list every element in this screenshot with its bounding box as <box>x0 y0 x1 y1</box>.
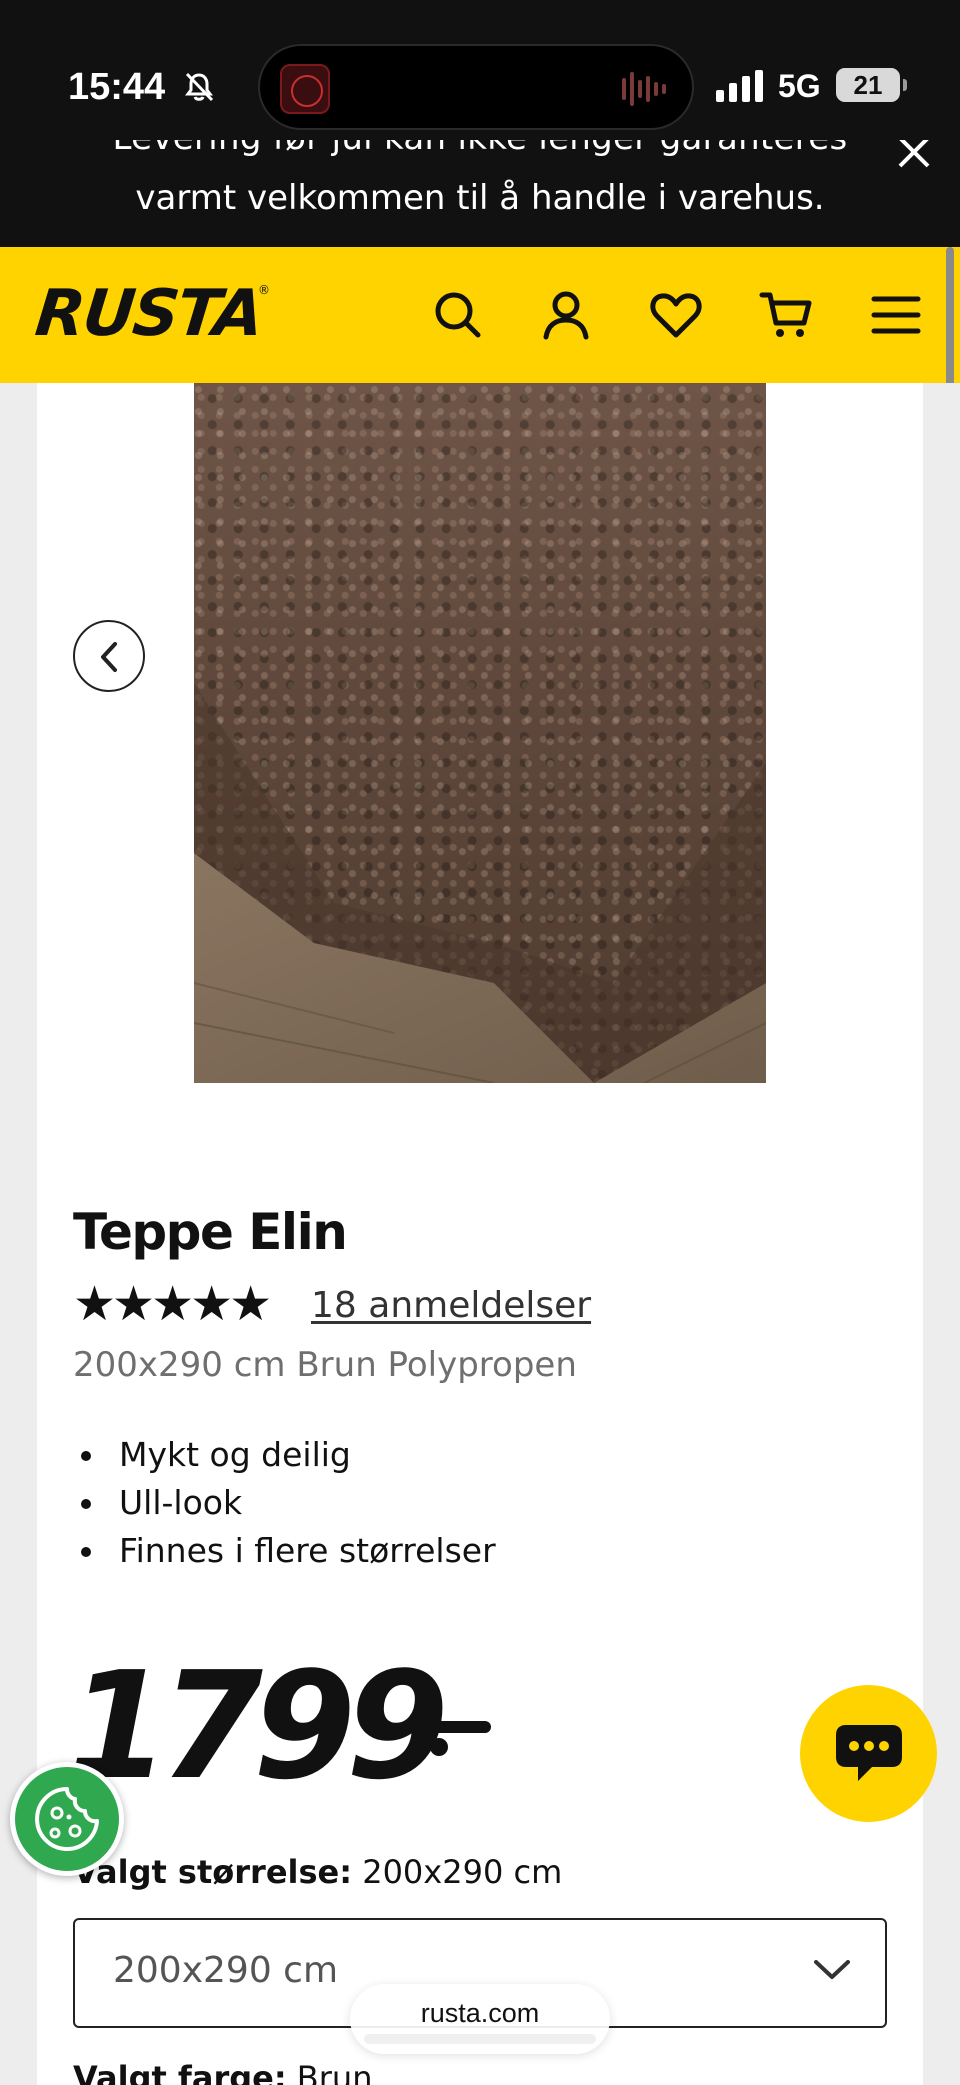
product-title: Teppe Elin <box>73 1203 348 1261</box>
url-bar-handle <box>364 2034 596 2044</box>
chat-button[interactable] <box>800 1685 937 1822</box>
browser-url-pill[interactable]: rusta.com <box>350 1984 610 2054</box>
product-subtitle: 200x290 cm Brun Polypropen <box>73 1345 577 1385</box>
reviews-link[interactable]: 18 anmeldelser <box>311 1285 591 1326</box>
rusta-logo[interactable]: RUSTA <box>32 277 265 351</box>
size-select-value: 200x290 cm <box>113 1950 339 1991</box>
audio-wave-icon <box>622 72 666 106</box>
color-label: Valgt farge: <box>73 2059 287 2085</box>
chevron-left-icon <box>101 642 117 672</box>
cart-icon[interactable] <box>758 287 814 343</box>
color-label-row: Valgt farge: Brun <box>73 2059 372 2085</box>
status-bar: 15:44 5G 21 <box>0 0 960 140</box>
product-card: Teppe Elin ★★★★★ 18 anmeldelser 200x290 … <box>37 383 923 2085</box>
banner-text: varmt velkommen til å handle i varehus. <box>135 178 825 218</box>
size-value: 200x290 cm <box>362 1853 563 1891</box>
rating-stars: ★★★★★ <box>73 1276 272 1332</box>
close-icon[interactable] <box>894 140 934 172</box>
menu-icon[interactable] <box>868 287 924 343</box>
size-label-row: Valgt størrelse: 200x290 cm <box>73 1853 562 1891</box>
feature-item: Mykt og deilig <box>73 1431 496 1479</box>
carousel-prev-button[interactable] <box>73 620 145 692</box>
feature-list: Mykt og deilig Ull-look Finnes i flere s… <box>73 1431 496 1575</box>
dynamic-island <box>258 44 694 130</box>
url-text: rusta.com <box>420 1998 540 2028</box>
status-time: 15:44 <box>68 66 166 108</box>
chevron-down-icon <box>814 1960 850 1979</box>
cookie-icon <box>35 1787 99 1851</box>
live-activity-app-icon <box>280 64 330 114</box>
logo-registered-mark: ® <box>258 283 270 297</box>
heart-icon[interactable] <box>648 287 704 343</box>
floor-image-detail <box>194 683 766 1083</box>
account-icon[interactable] <box>538 287 594 343</box>
product-page: Teppe Elin ★★★★★ 18 anmeldelser 200x290 … <box>0 383 960 2085</box>
network-label: 5G <box>778 68 821 104</box>
notice-banner: Levering før jul kan ikke lenger garante… <box>0 140 960 247</box>
site-header: RUSTA ® <box>0 247 960 383</box>
color-value: Brun <box>296 2059 373 2085</box>
price-dash-icon <box>429 1721 491 1756</box>
signal-icon <box>716 70 763 102</box>
battery-icon: 21 <box>836 68 907 102</box>
product-price: 1799 <box>67 1640 449 1812</box>
product-image[interactable] <box>194 383 766 1083</box>
feature-item: Ull-look <box>73 1479 496 1527</box>
cookie-settings-button[interactable] <box>10 1762 124 1876</box>
chat-icon <box>836 1725 902 1781</box>
feature-item: Finnes i flere størrelser <box>73 1527 496 1575</box>
search-icon[interactable] <box>430 287 486 343</box>
bell-off-icon <box>185 72 214 102</box>
size-label: Valgt størrelse: <box>73 1853 353 1891</box>
banner-partial-line: Levering før jul kan ikke lenger garante… <box>0 140 960 158</box>
